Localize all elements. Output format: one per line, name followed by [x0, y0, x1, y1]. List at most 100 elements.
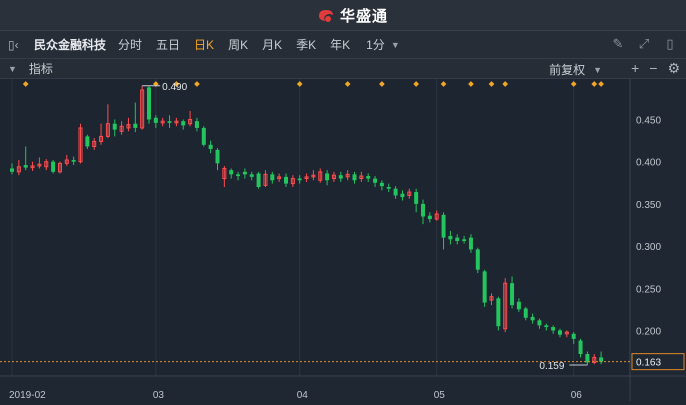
- tab-yearly-k[interactable]: 年K: [330, 36, 350, 53]
- price-adjust-dropdown[interactable]: 前复权 ▼: [549, 61, 602, 78]
- price-adjust-value: 前复权: [549, 63, 586, 77]
- candle-body: [10, 168, 14, 172]
- candle: [140, 85, 145, 130]
- y-tick-label: 0.400: [636, 158, 661, 169]
- candle-body: [599, 357, 604, 362]
- candle-body: [71, 160, 76, 162]
- candle-body: [496, 298, 501, 327]
- candle: [475, 247, 480, 274]
- candle-body: [571, 333, 576, 339]
- tab-daily-k[interactable]: 日K: [194, 36, 214, 53]
- candle-body: [85, 136, 90, 147]
- tab-five-day[interactable]: 五日: [156, 36, 180, 53]
- brand-logo-icon: [319, 9, 333, 22]
- candle-body: [441, 214, 446, 238]
- high-price-label: 0.490: [162, 82, 187, 93]
- tab-timeshare[interactable]: 分时: [118, 36, 142, 53]
- x-tick-label: 03: [153, 390, 165, 401]
- draw-pen-icon[interactable]: ✎: [610, 36, 626, 52]
- tab-quarterly-k[interactable]: 季K: [296, 36, 316, 53]
- candle-body: [325, 173, 330, 181]
- candle-body: [194, 121, 199, 128]
- collapse-panel-icon[interactable]: ▯‹: [8, 38, 26, 52]
- candle-body: [530, 316, 535, 321]
- candle-body: [338, 175, 343, 179]
- candle-body: [516, 301, 521, 310]
- candle-body: [229, 170, 234, 175]
- candle-body: [270, 174, 275, 181]
- chevron-down-icon: ▼: [390, 39, 400, 50]
- interval-dropdown[interactable]: 1分 ▼: [366, 36, 400, 53]
- candle-body: [256, 173, 261, 187]
- brand-name: 华盛通: [340, 8, 389, 25]
- candle-body: [558, 330, 562, 335]
- indicator-collapse-icon[interactable]: ▼: [8, 64, 17, 74]
- candlestick-chart[interactable]: 0.450 0.400 0.350 0.300 0.250 0.200 2019-02 03…: [0, 79, 686, 405]
- candle: [57, 161, 62, 174]
- candle-body: [366, 176, 371, 179]
- candle-body: [551, 327, 556, 331]
- candle-body: [462, 239, 467, 241]
- tab-monthly-k[interactable]: 月K: [262, 36, 282, 53]
- chart-toolbar: ▯‹ 民众金融科技 分时 五日 日K 周K 月K 季K 年K 1分 ▼ ✎ ⤢ …: [0, 31, 686, 59]
- candle: [51, 160, 56, 174]
- candle-body: [427, 215, 432, 220]
- candle-body: [537, 320, 542, 326]
- y-axis: 0.450 0.400 0.350 0.300 0.250 0.200: [636, 116, 661, 338]
- candle-body: [448, 235, 453, 240]
- chart-grid: [0, 79, 686, 401]
- candle-body: [475, 249, 480, 270]
- candle: [201, 126, 206, 147]
- y-tick-label: 0.450: [636, 116, 661, 127]
- candle: [78, 123, 83, 164]
- candle-body: [386, 187, 391, 189]
- candle: [256, 171, 261, 189]
- candle-body: [51, 161, 56, 172]
- candle-body: [523, 308, 528, 318]
- candle-body: [284, 176, 288, 184]
- candle: [482, 269, 487, 307]
- y-tick-label: 0.300: [636, 242, 661, 253]
- candle-body: [181, 121, 186, 126]
- stock-name: 民众金融科技: [34, 38, 107, 52]
- toolbar-tools: ✎ ⤢ ▯: [610, 36, 678, 52]
- candle-body: [236, 174, 241, 177]
- candle-body: [167, 121, 172, 123]
- last-price-label: 0.163: [636, 358, 661, 369]
- candle-body: [468, 237, 473, 250]
- interval-value: 1分: [366, 38, 385, 52]
- indicator-bar: ▼ 指标 前复权 ▼ + − ⚙: [0, 59, 686, 79]
- indicator-label[interactable]: 指标: [29, 60, 53, 77]
- brand-logo: 华盛通: [316, 5, 388, 26]
- low-price-label: 0.159: [539, 361, 564, 372]
- plot-area: [0, 79, 630, 376]
- candle-body: [414, 192, 419, 204]
- candle-body: [201, 127, 206, 145]
- candle-body: [208, 144, 213, 150]
- candle-body: [510, 283, 515, 306]
- x-tick-label: 06: [571, 390, 583, 401]
- candle-body: [133, 123, 138, 128]
- add-indicator-icon[interactable]: +: [631, 60, 639, 77]
- x-tick-label: 2019-02: [9, 390, 46, 401]
- candle-body: [352, 174, 357, 181]
- candle-body: [112, 123, 117, 130]
- candle-body: [379, 182, 384, 187]
- chevron-down-icon: ▼: [593, 64, 602, 75]
- candle: [496, 296, 501, 331]
- candle-body: [373, 178, 378, 183]
- y-tick-label: 0.350: [636, 200, 661, 211]
- y-tick-label: 0.200: [636, 326, 661, 337]
- fullscreen-icon[interactable]: ⤢: [636, 36, 652, 52]
- y-tick-label: 0.250: [636, 284, 661, 295]
- remove-indicator-icon[interactable]: −: [649, 60, 657, 77]
- candle-body: [242, 171, 247, 175]
- candle-body: [153, 117, 158, 123]
- split-view-icon[interactable]: ▯: [662, 36, 678, 52]
- candle: [503, 278, 508, 333]
- tab-weekly-k[interactable]: 周K: [228, 36, 248, 53]
- settings-gear-icon[interactable]: ⚙: [667, 60, 680, 77]
- candle-body: [400, 193, 405, 198]
- x-tick-label: 05: [434, 390, 446, 401]
- x-tick-label: 04: [297, 390, 309, 401]
